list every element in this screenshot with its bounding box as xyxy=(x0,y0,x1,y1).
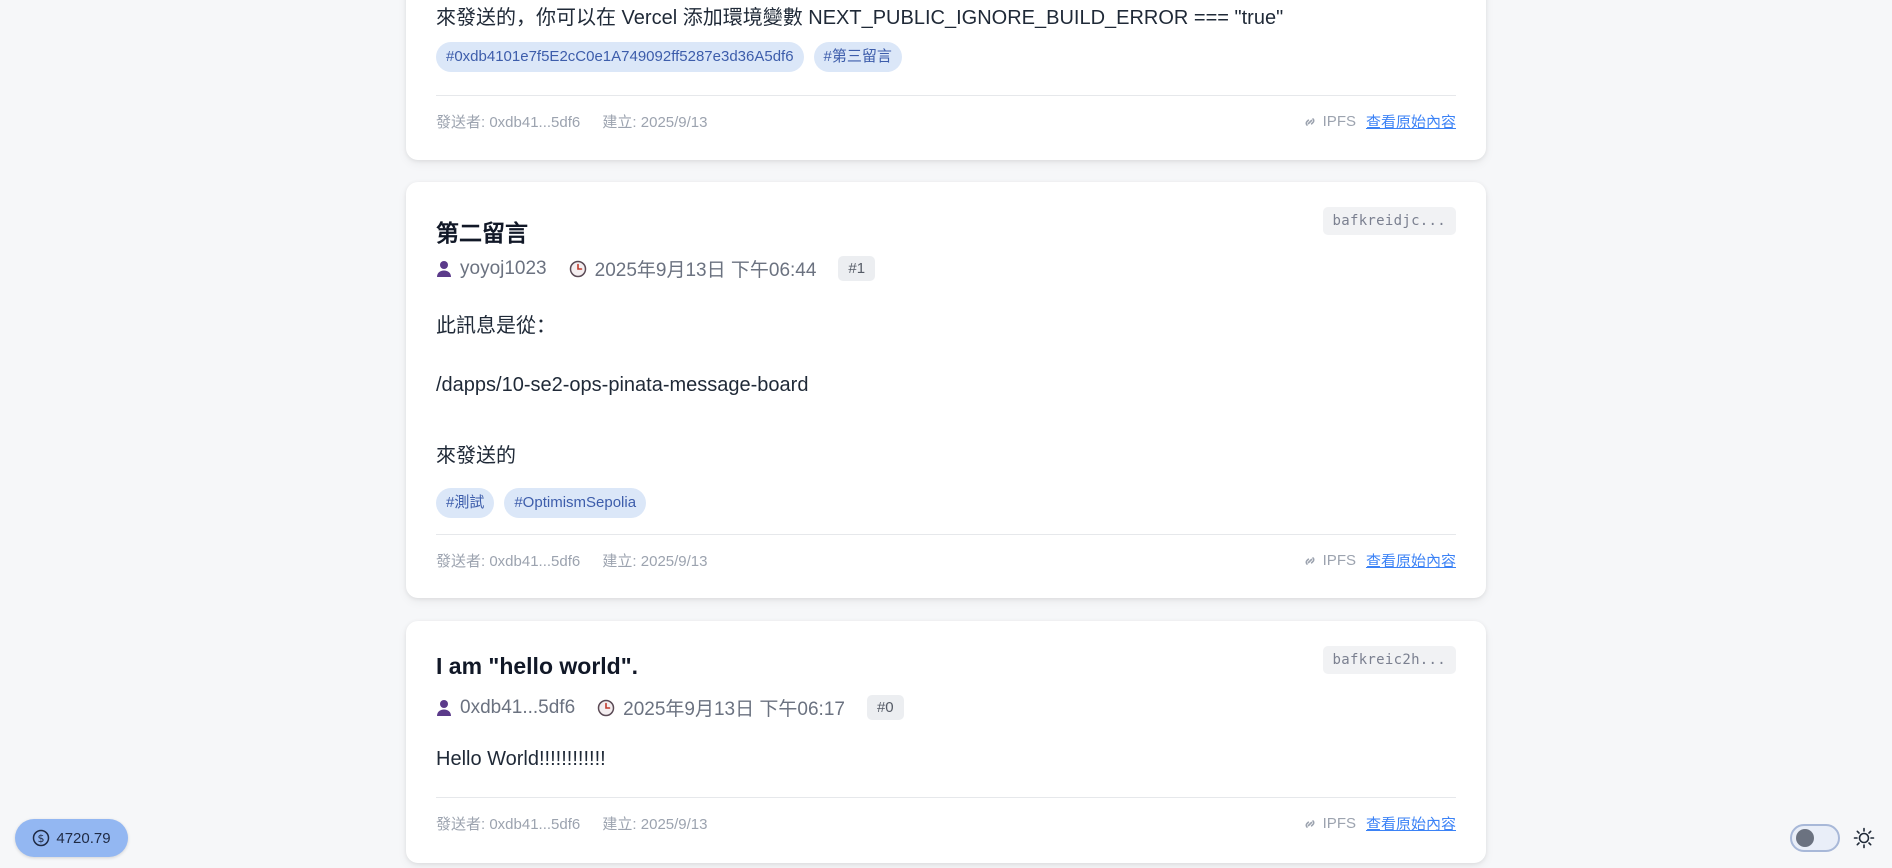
card-footer-links: IPFS 查看原始內容 xyxy=(1302,813,1456,834)
divider xyxy=(436,534,1456,535)
timestamp-text: 2025年9月13日 下午06:44 xyxy=(594,260,817,281)
svg-text:$: $ xyxy=(38,832,45,845)
message-card: bafkreidjc... 第二留言 yoyoj1023 2025年9月13日 … xyxy=(406,182,1486,598)
created-label: 建立: 2025/9/13 xyxy=(602,816,708,833)
card-footer-info: 發送者: 0xdb41...5df6 建立: 2025/9/13 xyxy=(436,550,708,571)
author: yoyoj1023 xyxy=(436,258,547,280)
card-footer-info: 發送者: 0xdb41...5df6 建立: 2025/9/13 xyxy=(436,813,708,834)
link-icon xyxy=(1302,553,1318,569)
tag[interactable]: #測試 xyxy=(436,488,495,518)
card-footer-links: IPFS 查看原始內容 xyxy=(1302,111,1456,132)
ipfs-label: IPFS xyxy=(1322,815,1356,832)
tag-list: #0xdb4101e7f5E2cC0e1A749092ff5287e3d36A5… xyxy=(436,42,902,72)
view-original-link[interactable]: 查看原始內容 xyxy=(1366,813,1456,834)
dollar-circle-icon: $ xyxy=(32,829,50,847)
post-meta: 0xdb41...5df6 2025年9月13日 下午06:17 #0 xyxy=(436,694,904,721)
message-body-line: /dapps/10-se2-ops-pinata-message-board xyxy=(436,374,809,396)
theme-toggle[interactable] xyxy=(1790,824,1840,852)
sender-label: 發送者: 0xdb41...5df6 xyxy=(436,114,581,131)
created-label: 建立: 2025/9/13 xyxy=(602,553,708,570)
post-title: I am "hello world". xyxy=(436,653,639,679)
author: 0xdb41...5df6 xyxy=(436,697,575,719)
view-original-link[interactable]: 查看原始內容 xyxy=(1366,111,1456,132)
view-original-link[interactable]: 查看原始內容 xyxy=(1366,550,1456,571)
clock-icon xyxy=(597,699,615,717)
cid-badge[interactable]: bafkreidjc... xyxy=(1322,207,1456,235)
author-name: yoyoj1023 xyxy=(460,257,547,279)
tag[interactable]: #0xdb4101e7f5E2cC0e1A749092ff5287e3d36A5… xyxy=(436,42,804,72)
card-footer-links: IPFS 查看原始內容 xyxy=(1302,550,1456,571)
timestamp: 2025年9月13日 下午06:17 xyxy=(597,694,845,721)
ipfs-label: IPFS xyxy=(1322,113,1356,130)
message-body-line: 此訊息是從： xyxy=(436,315,556,337)
message-index-badge: #1 xyxy=(838,256,876,281)
message-card: bafkreic2h... I am "hello world". 0xdb41… xyxy=(406,621,1486,863)
message-body-line: 來發送的，你可以在 Vercel 添加環境變數 NEXT_PUBLIC_IGNO… xyxy=(436,7,1284,29)
tag[interactable]: #OptimismSepolia xyxy=(504,488,647,518)
sender-label: 發送者: 0xdb41...5df6 xyxy=(436,553,581,570)
divider xyxy=(436,797,1456,798)
tag[interactable]: #第三留言 xyxy=(813,42,902,72)
cid-badge[interactable]: bafkreic2h... xyxy=(1322,646,1456,674)
message-body-line: 來發送的 xyxy=(436,445,516,467)
divider xyxy=(436,95,1456,96)
clock-icon xyxy=(569,260,587,278)
message-index-badge: #0 xyxy=(866,695,904,720)
post-meta: yoyoj1023 2025年9月13日 下午06:44 #1 xyxy=(436,255,876,282)
message-card: 來發送的，你可以在 Vercel 添加環境變數 NEXT_PUBLIC_IGNO… xyxy=(406,0,1486,160)
user-icon xyxy=(436,699,452,717)
link-icon xyxy=(1302,816,1318,832)
sender-label: 發送者: 0xdb41...5df6 xyxy=(436,816,581,833)
sun-icon[interactable] xyxy=(1853,827,1875,849)
timestamp-text: 2025年9月13日 下午06:17 xyxy=(623,699,845,720)
card-footer-info: 發送者: 0xdb41...5df6 建立: 2025/9/13 xyxy=(436,111,708,132)
ipfs-label: IPFS xyxy=(1322,552,1356,569)
toggle-knob xyxy=(1796,829,1814,847)
user-icon xyxy=(436,260,452,278)
balance-button[interactable]: $ 4720.79 xyxy=(15,819,128,857)
tag-list: #測試 #OptimismSepolia xyxy=(436,488,647,518)
created-label: 建立: 2025/9/13 xyxy=(602,114,708,131)
message-body-line: Hello World!!!!!!!!!!!! xyxy=(436,748,606,770)
timestamp: 2025年9月13日 下午06:44 xyxy=(569,255,817,282)
post-title: 第二留言 xyxy=(436,220,528,246)
author-name: 0xdb41...5df6 xyxy=(460,696,576,718)
link-icon xyxy=(1302,114,1318,130)
balance-value: 4720.79 xyxy=(56,829,111,847)
